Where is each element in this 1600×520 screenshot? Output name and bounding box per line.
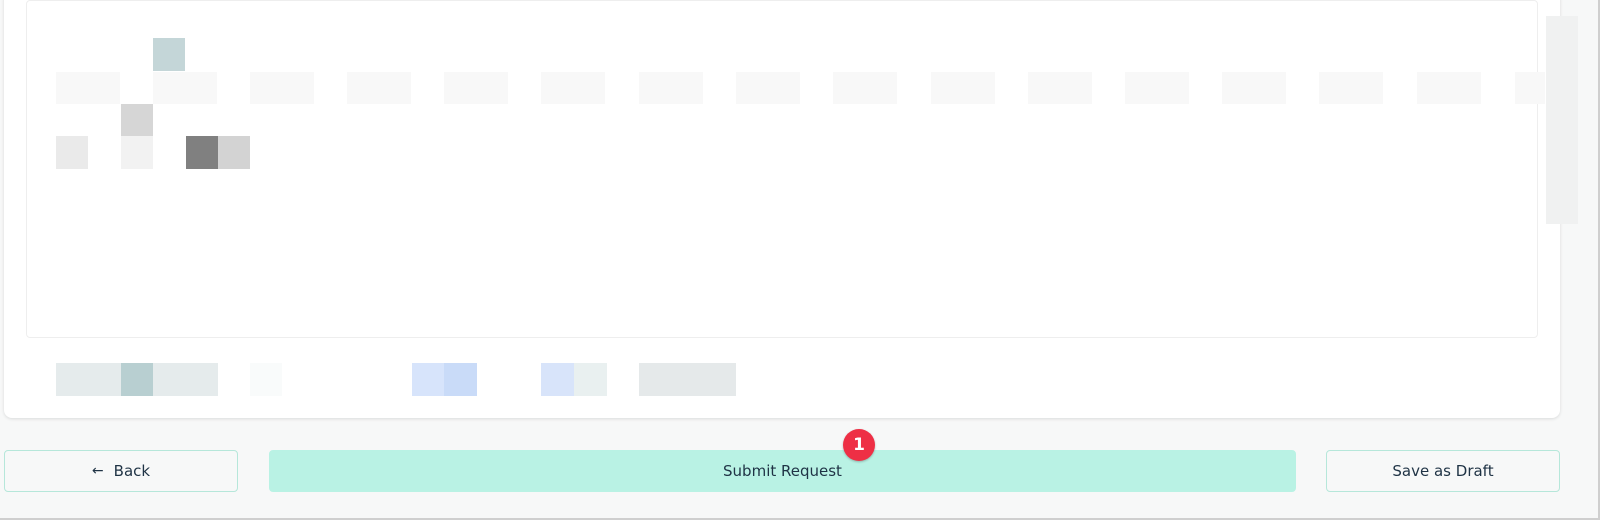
save-as-draft-button[interactable]: Save as Draft xyxy=(1326,450,1560,492)
submit-request-button[interactable]: Submit Request xyxy=(269,450,1296,492)
redacted-block xyxy=(574,363,607,396)
submit-request-label: Submit Request xyxy=(723,462,842,480)
redacted-block xyxy=(250,363,282,396)
redacted-block xyxy=(1319,72,1383,104)
redacted-block xyxy=(1417,72,1481,104)
redacted-block xyxy=(1125,72,1189,104)
step-marker-badge: 1 xyxy=(843,429,875,461)
redacted-block xyxy=(250,72,314,104)
redacted-block xyxy=(1222,72,1286,104)
redacted-block xyxy=(412,363,444,396)
redacted-block xyxy=(56,136,88,169)
content-panel xyxy=(26,0,1538,338)
redacted-block xyxy=(121,136,153,169)
scrollbar[interactable] xyxy=(1546,16,1578,224)
redacted-block xyxy=(121,363,153,396)
redacted-block xyxy=(218,136,250,169)
redacted-block xyxy=(736,72,800,104)
back-button-label: Back xyxy=(113,462,151,480)
redacted-block xyxy=(347,72,411,104)
page: ← Back Submit Request 1 Save as Draft xyxy=(0,0,1600,520)
arrow-left-icon: ← xyxy=(91,463,104,479)
redacted-block xyxy=(186,136,218,169)
redacted-block xyxy=(639,72,703,104)
redacted-block xyxy=(1515,72,1545,104)
save-as-draft-label: Save as Draft xyxy=(1392,462,1494,480)
redacted-block xyxy=(639,363,736,396)
redacted-block xyxy=(931,72,995,104)
redacted-block xyxy=(1028,72,1092,104)
redacted-block xyxy=(121,104,153,136)
redacted-block xyxy=(833,72,897,104)
form-card xyxy=(4,0,1560,418)
back-button[interactable]: ← Back xyxy=(4,450,238,492)
redacted-block xyxy=(541,72,605,104)
redacted-block xyxy=(153,38,185,71)
redacted-block xyxy=(444,363,477,396)
redacted-block xyxy=(541,363,574,396)
redacted-block xyxy=(153,72,217,104)
redacted-block xyxy=(56,72,120,104)
redacted-block xyxy=(444,72,508,104)
